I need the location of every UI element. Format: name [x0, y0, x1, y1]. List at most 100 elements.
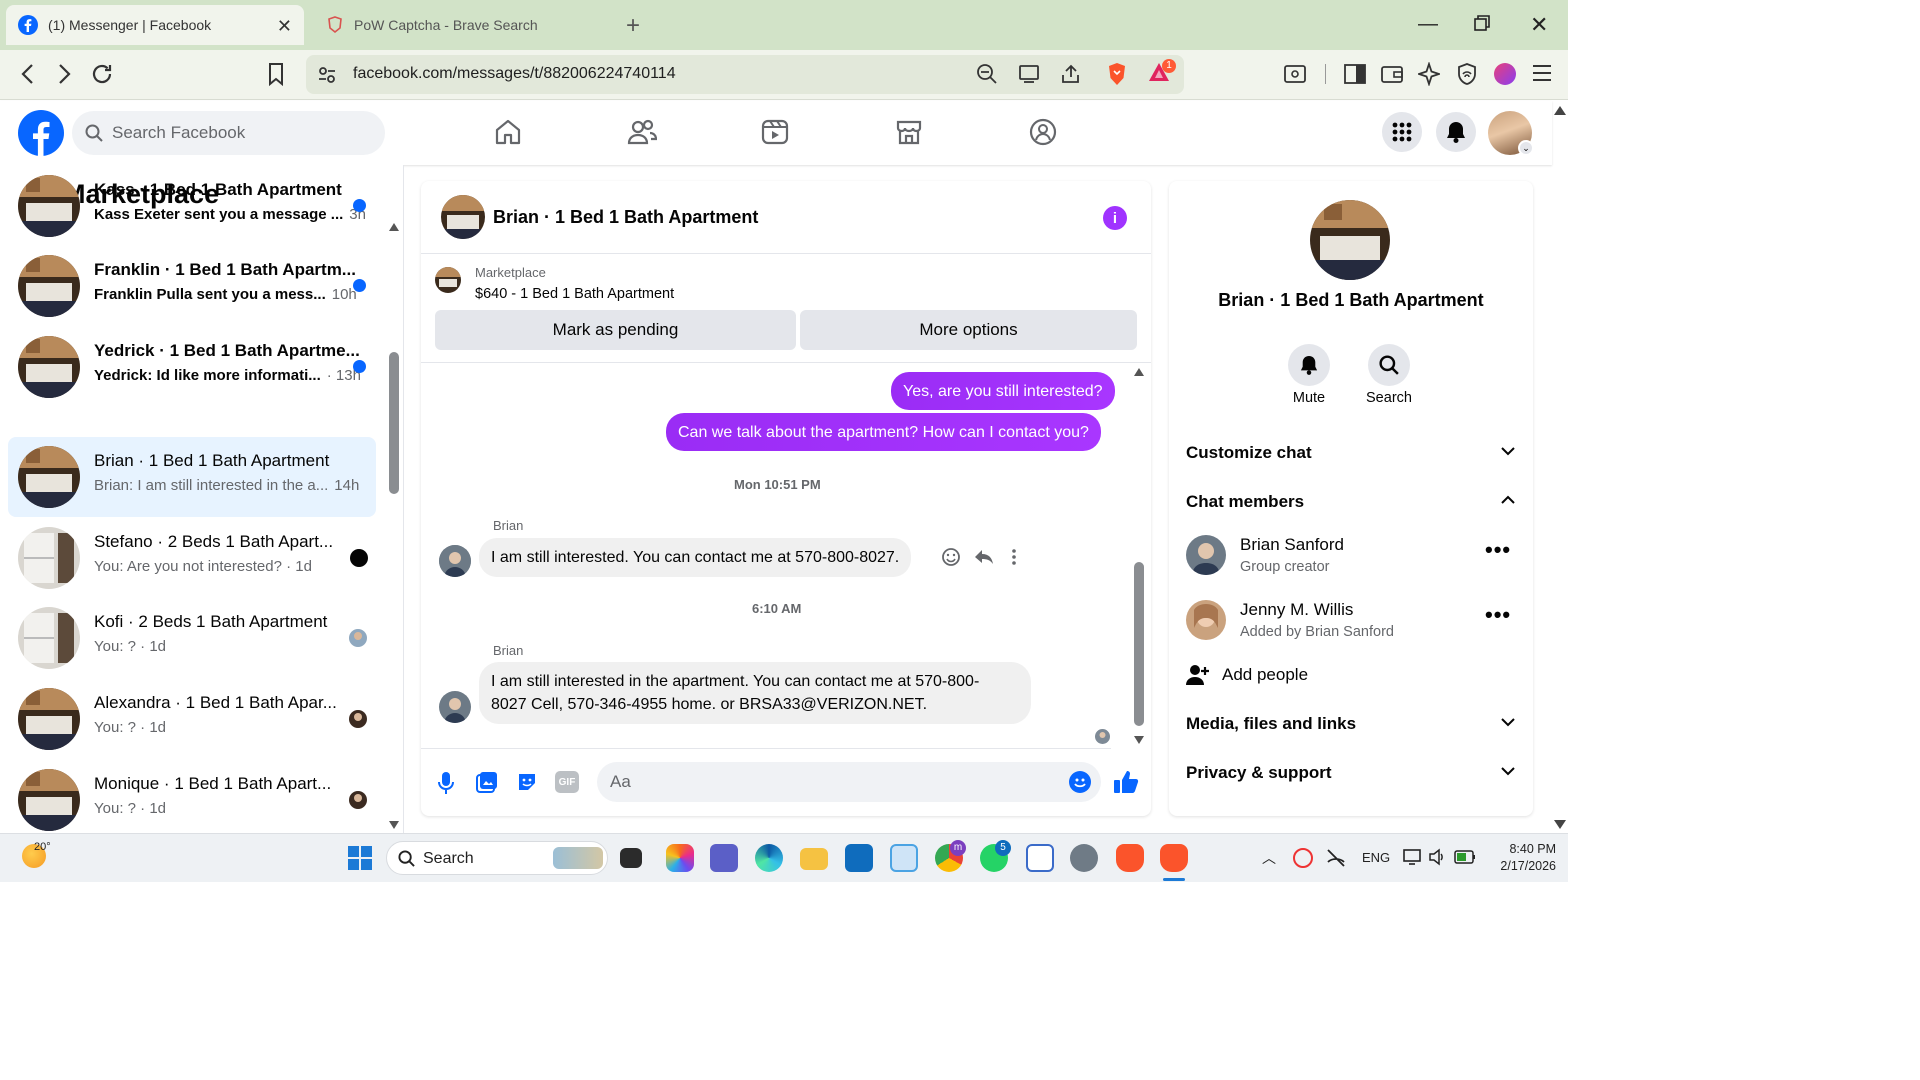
reader-mode-icon[interactable]	[1284, 63, 1306, 85]
facebook-logo-icon[interactable]	[18, 110, 64, 156]
menu-grid-button[interactable]	[1382, 112, 1422, 152]
chevron-down-icon[interactable]	[1501, 717, 1515, 727]
brave-active-icon[interactable]	[1160, 844, 1188, 872]
listing-title[interactable]: $640 - 1 Bed 1 Bath Apartment	[475, 286, 674, 302]
file-explorer-icon[interactable]	[800, 848, 828, 870]
microphone-icon[interactable]	[437, 771, 455, 795]
customize-chat-section[interactable]: Customize chat	[1186, 443, 1312, 463]
conversation-item[interactable]: Kofi · 2 Beds 1 Bath Apartment You: ? · 1…	[8, 598, 376, 678]
chat-avatar[interactable]	[441, 195, 485, 239]
share-icon[interactable]	[1060, 63, 1082, 85]
chat-title[interactable]: Brian · 1 Bed 1 Bath Apartment	[493, 207, 758, 228]
conversation-item[interactable]: Brian · 1 Bed 1 Bath Apartment Brian: I a…	[8, 437, 376, 517]
task-view-icon[interactable]	[620, 848, 642, 868]
minimize-icon[interactable]: —	[1418, 12, 1438, 36]
address-bar[interactable]: facebook.com/messages/t/882006224740114 …	[306, 55, 1184, 94]
conversation-item[interactable]: Monique · 1 Bed 1 Bath Apart... You: ? · …	[8, 760, 376, 840]
scroll-up-icon[interactable]	[389, 223, 399, 231]
sender-avatar[interactable]	[439, 545, 471, 577]
wallet-icon[interactable]	[1381, 63, 1403, 85]
conversation-scrollbar[interactable]	[389, 352, 399, 494]
tab-brave-search[interactable]: PoW Captcha - Brave Search	[314, 5, 614, 45]
page-scroll-down-icon[interactable]	[1554, 820, 1566, 829]
friends-icon[interactable]	[627, 118, 657, 146]
photo-icon[interactable]	[476, 771, 498, 793]
chevron-down-icon[interactable]	[1501, 446, 1515, 456]
network-off-icon[interactable]	[1326, 848, 1346, 868]
member-options-icon[interactable]: •••	[1485, 539, 1511, 561]
gif-icon[interactable]: GIF	[555, 771, 579, 793]
restore-icon[interactable]	[1474, 15, 1490, 31]
more-options-button[interactable]: More options	[800, 310, 1137, 350]
scroll-down-icon[interactable]	[389, 821, 399, 829]
member-options-icon[interactable]: •••	[1485, 604, 1511, 626]
listing-thumbnail[interactable]	[435, 267, 461, 293]
account-chevron-icon[interactable]: ⌄	[1518, 140, 1534, 156]
mark-pending-button[interactable]: Mark as pending	[435, 310, 796, 350]
taskbar-search[interactable]: Search	[386, 841, 608, 875]
app-icon[interactable]	[1070, 844, 1098, 872]
back-icon[interactable]	[18, 62, 38, 86]
notifications-button[interactable]	[1436, 112, 1476, 152]
clock-time[interactable]: 8:40 PM	[1500, 842, 1556, 856]
conversation-item[interactable]: Yedrick · 1 Bed 1 Bath Apartme... Yedrick…	[8, 327, 376, 407]
bookmark-icon[interactable]	[266, 62, 286, 86]
brave-shields-icon[interactable]	[1106, 62, 1128, 86]
tab-messenger[interactable]: (1) Messenger | Facebook ✕	[6, 5, 304, 45]
message-outgoing[interactable]: Can we talk about the apartment? How can…	[666, 413, 1101, 451]
teams-icon[interactable]	[710, 844, 738, 872]
groups-icon[interactable]	[1029, 118, 1057, 146]
clock-date[interactable]: 2/17/2026	[1486, 859, 1556, 873]
like-icon[interactable]	[1113, 769, 1139, 795]
privacy-support-section[interactable]: Privacy & support	[1186, 763, 1332, 783]
language-indicator[interactable]: ENG	[1362, 850, 1390, 865]
conversation-item[interactable]: Stefano · 2 Beds 1 Bath Apart... You: Are…	[8, 518, 376, 598]
member-avatar[interactable]	[1186, 535, 1226, 575]
brave-icon[interactable]	[1116, 844, 1144, 872]
close-window-icon[interactable]: ✕	[1530, 12, 1548, 38]
forward-icon[interactable]	[54, 62, 74, 86]
show-hidden-icons[interactable]: ︿	[1262, 848, 1276, 868]
member-name[interactable]: Brian Sanford	[1240, 535, 1344, 555]
leo-ai-icon[interactable]	[1418, 62, 1440, 86]
add-person-icon[interactable]	[1186, 664, 1210, 686]
scroll-up-icon[interactable]	[1134, 368, 1144, 376]
outlook-icon[interactable]	[845, 844, 873, 872]
video-icon[interactable]	[761, 118, 789, 146]
message-incoming[interactable]: I am still interested. You can contact m…	[479, 538, 912, 577]
scroll-down-icon[interactable]	[1134, 736, 1144, 744]
mute-button[interactable]	[1288, 344, 1330, 386]
chat-members-section[interactable]: Chat members	[1186, 492, 1304, 512]
emoji-icon[interactable]	[1069, 771, 1091, 793]
conversation-item[interactable]: Franklin · 1 Bed 1 Bath Apartm... Frankli…	[8, 246, 376, 326]
weather-temp[interactable]: 20°	[34, 841, 51, 853]
message-incoming[interactable]: I am still interested in the apartment. …	[479, 662, 1031, 724]
display-icon[interactable]	[1403, 848, 1421, 866]
notepad-icon[interactable]	[1026, 844, 1054, 872]
sender-avatar[interactable]	[439, 691, 471, 723]
conversation-item[interactable]: Kass · 1 Bed 1 Bath Apartment Kass Exeter…	[8, 166, 376, 246]
info-avatar[interactable]	[1310, 200, 1390, 280]
zoom-out-icon[interactable]	[976, 63, 998, 85]
profile-icon[interactable]	[1494, 63, 1516, 85]
more-actions-icon[interactable]	[1011, 547, 1017, 567]
reply-icon[interactable]	[974, 547, 994, 567]
facebook-search-input[interactable]: Search Facebook	[72, 111, 385, 155]
reload-icon[interactable]	[90, 62, 114, 86]
chat-scrollbar[interactable]	[1134, 562, 1144, 726]
info-icon[interactable]: i	[1103, 206, 1127, 230]
marketplace-icon[interactable]	[895, 118, 923, 146]
sidebar-icon[interactable]	[1344, 63, 1366, 85]
volume-icon[interactable]	[1428, 848, 1446, 866]
whiteboard-icon[interactable]	[890, 844, 918, 872]
conversation-item[interactable]: Alexandra · 1 Bed 1 Bath Apar... You: ? ·…	[8, 679, 376, 759]
chevron-down-icon[interactable]	[1501, 766, 1515, 776]
vpn-icon[interactable]	[1456, 62, 1478, 86]
menu-icon[interactable]	[1531, 63, 1553, 83]
member-avatar[interactable]	[1186, 600, 1226, 640]
install-app-icon[interactable]	[1018, 63, 1042, 85]
sticker-icon[interactable]	[516, 771, 538, 793]
new-tab-icon[interactable]: +	[626, 12, 640, 40]
message-input[interactable]: Aa	[597, 762, 1101, 802]
add-people-button[interactable]: Add people	[1222, 665, 1308, 685]
